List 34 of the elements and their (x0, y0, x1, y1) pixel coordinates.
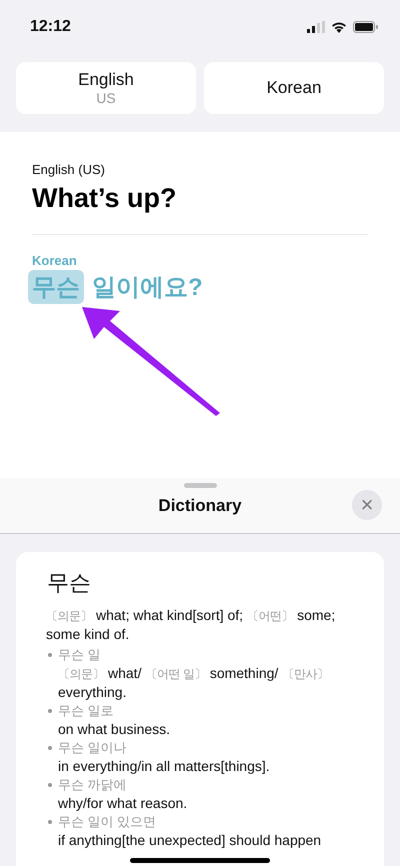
translated-word[interactable]: 일이에요? (88, 270, 207, 304)
battery-icon (353, 21, 378, 33)
example-phrase: 무슨 일 (58, 646, 101, 664)
signal-icon (307, 21, 325, 33)
example-meaning: if anything[the unexpected] should happen (57, 831, 322, 849)
sheet-title: Dictionary (158, 496, 242, 516)
bullet-icon (48, 783, 52, 787)
source-text: What’s up? (32, 183, 178, 214)
wifi-icon (331, 21, 347, 33)
translated-word[interactable]: 무슨 (28, 270, 84, 304)
example-meaning: on what business. (57, 720, 172, 738)
language-name: English (78, 70, 134, 90)
language-button[interactable]: English US (16, 62, 196, 114)
language-region: US (96, 90, 116, 106)
example-phrase: 무슨 까닭에 (58, 776, 127, 794)
example-meaning: why/for what reason. (57, 794, 188, 812)
definition-text: 〔의문〕 what; what kind[sort] of; 〔어떤〕 some; some kind of. (46, 606, 336, 643)
bullet-icon (48, 653, 52, 657)
bullet-icon (48, 709, 52, 713)
example-phrase: 무슨 일이나 (58, 739, 127, 757)
headword: 무슨 (47, 569, 92, 597)
example-meaning: 〔의문〕 what/ 〔어떤 일〕 something/ 〔만사〕 everything. (57, 664, 330, 701)
bullet-icon (48, 820, 52, 824)
example-meaning: in everything/in all matters[things]. (57, 757, 271, 775)
source-language-label: English (US) (32, 162, 106, 177)
example-phrase: 무슨 일이 있으면 (58, 813, 156, 831)
sheet-grabber[interactable] (184, 483, 217, 488)
example-phrase: 무슨 일로 (58, 702, 114, 720)
target-language-label: Korean (32, 253, 78, 268)
language-button[interactable]: Korean (204, 62, 384, 114)
language-name: Korean (266, 78, 322, 98)
status-time: 12:12 (30, 18, 71, 36)
bullet-icon (48, 746, 52, 750)
close-button[interactable]: × (352, 490, 382, 520)
